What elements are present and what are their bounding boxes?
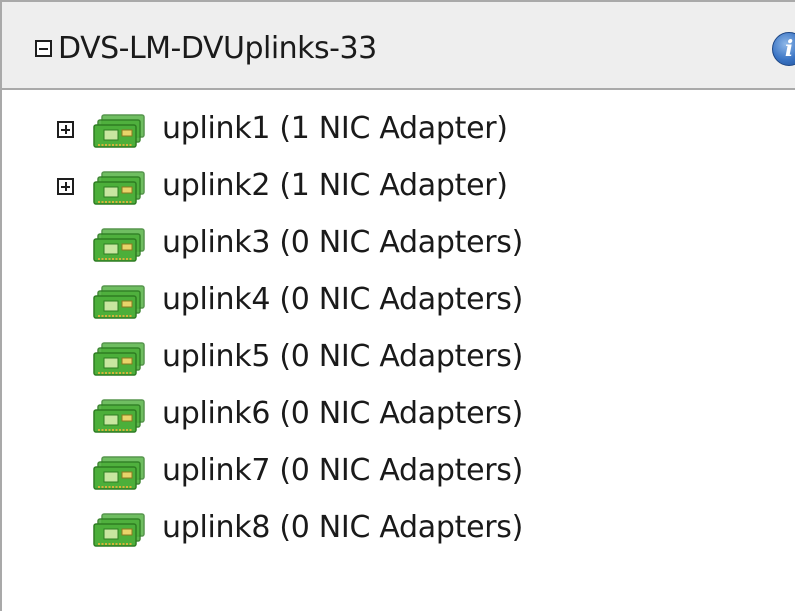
nic-adapter-icon	[93, 342, 145, 376]
nic-adapter-icon	[93, 228, 145, 262]
uplink-label[interactable]: uplink6 (0 NIC Adapters)	[162, 395, 523, 433]
uplink-label[interactable]: uplink4 (0 NIC Adapters)	[162, 281, 523, 319]
uplink-row[interactable]: uplink2 (1 NIC Adapter)	[2, 159, 795, 215]
uplink-row[interactable]: uplink6 (0 NIC Adapters)	[2, 387, 795, 443]
uplink-row[interactable]: uplink1 (1 NIC Adapter)	[2, 102, 795, 158]
dvuplinks-title[interactable]: DVS-LM-DVUplinks-33	[58, 30, 377, 68]
nic-adapter-icon	[93, 171, 145, 205]
uplink-label[interactable]: uplink3 (0 NIC Adapters)	[162, 224, 523, 262]
dvuplinks-header: DVS-LM-DVUplinks-33 i	[2, 2, 795, 90]
uplink-row[interactable]: uplink4 (0 NIC Adapters)	[2, 273, 795, 329]
uplink-label[interactable]: uplink2 (1 NIC Adapter)	[162, 167, 508, 205]
uplink-label[interactable]: uplink7 (0 NIC Adapters)	[162, 452, 523, 490]
uplink-row[interactable]: uplink5 (0 NIC Adapters)	[2, 330, 795, 386]
uplink-row[interactable]: uplink8 (0 NIC Adapters)	[2, 501, 795, 557]
info-icon[interactable]: i	[772, 32, 795, 66]
nic-adapter-icon	[93, 456, 145, 490]
nic-adapter-icon	[93, 285, 145, 319]
uplink-tree-panel: DVS-LM-DVUplinks-33 i uplink1 (1 NIC Ada…	[0, 0, 795, 611]
nic-adapter-icon	[93, 513, 145, 547]
uplink-label[interactable]: uplink1 (1 NIC Adapter)	[162, 110, 508, 148]
expand-icon[interactable]	[57, 178, 74, 195]
uplink-row[interactable]: uplink3 (0 NIC Adapters)	[2, 216, 795, 272]
nic-adapter-icon	[93, 399, 145, 433]
uplink-row[interactable]: uplink7 (0 NIC Adapters)	[2, 444, 795, 500]
expand-icon[interactable]	[57, 121, 74, 138]
uplink-label[interactable]: uplink5 (0 NIC Adapters)	[162, 338, 523, 376]
nic-adapter-icon	[93, 114, 145, 148]
collapse-icon[interactable]	[35, 40, 52, 57]
uplink-label[interactable]: uplink8 (0 NIC Adapters)	[162, 509, 523, 547]
